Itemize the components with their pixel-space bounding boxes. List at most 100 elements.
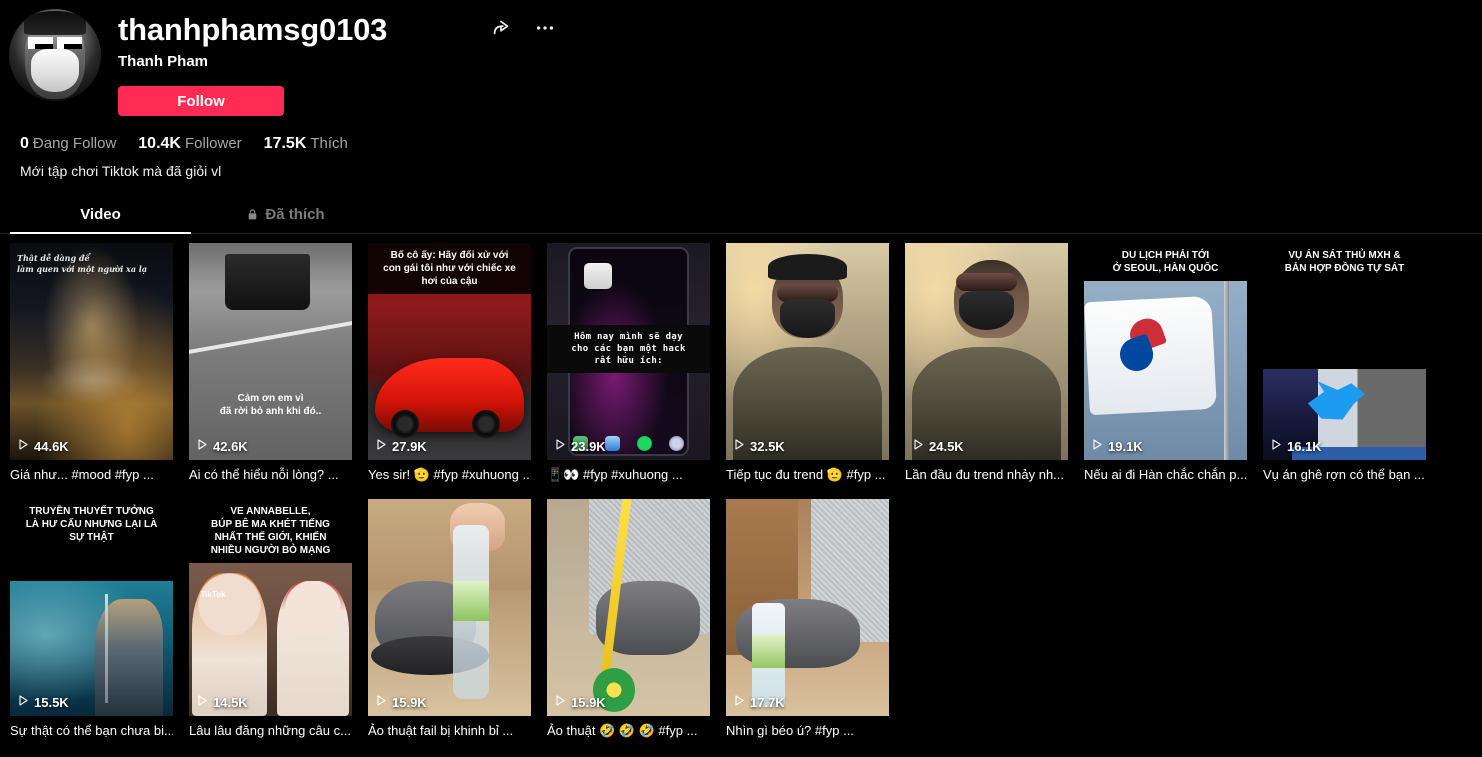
- video-thumbnail[interactable]: 17.7K: [726, 499, 889, 716]
- tab-liked-label: Đã thích: [265, 206, 324, 223]
- view-count-value: 17.7K: [750, 695, 785, 710]
- view-count-value: 15.9K: [392, 695, 427, 710]
- tab-liked[interactable]: Đã thích: [193, 197, 378, 233]
- stat-likes: 17.5KThích: [264, 135, 348, 153]
- stat-likes-value: 17.5K: [264, 135, 307, 152]
- view-count: 15.9K: [375, 694, 427, 710]
- video-thumbnail[interactable]: Cảm ơn em vì đã rời bỏ anh khi đó.. 42.6K: [189, 243, 352, 460]
- view-count-value: 23.9K: [571, 439, 606, 454]
- video-caption: Ai có thể hiểu nỗi lòng? ...: [189, 466, 352, 483]
- video-caption: Ảo thuật fail bị khinh bỉ ...: [368, 722, 531, 739]
- avatar-image: [9, 9, 101, 101]
- view-count: 24.5K: [912, 438, 964, 454]
- video-thumbnail[interactable]: 15.9K: [547, 499, 710, 716]
- view-count: 44.6K: [17, 438, 69, 454]
- video-thumbnail[interactable]: 32.5K: [726, 243, 889, 460]
- thumbnail-overlay-text: Cảm ơn em vì đã rời bỏ anh khi đó..: [189, 386, 352, 424]
- video-thumbnail[interactable]: VỤ ÁN SÁT THỦ MXH & BẢN HỢP ĐỒNG TỰ SÁT 1…: [1263, 243, 1426, 460]
- play-icon: [733, 438, 745, 454]
- play-icon: [1270, 438, 1282, 454]
- video-card[interactable]: TRUYỀN THUYẾT TƯỞNG LÀ HƯ CẤU NHƯNG LẠI …: [10, 499, 173, 739]
- stat-followers-label: Follower: [185, 135, 242, 152]
- video-card[interactable]: TikTokVE ANNABELLE, BÚP BÊ MA KHÉT TIẾNG…: [189, 499, 352, 739]
- play-icon: [554, 694, 566, 710]
- thumbnail-overlay-text: VỤ ÁN SÁT THỦ MXH & BẢN HỢP ĐỒNG TỰ SÁT: [1263, 243, 1426, 281]
- video-caption: Lâu lâu đăng những câu c...: [189, 722, 352, 739]
- profile-bio: Mới tập chơi Tiktok mà đã giỏi vl: [8, 163, 1482, 179]
- play-icon: [17, 438, 29, 454]
- follow-button[interactable]: Follow: [118, 86, 284, 116]
- play-icon: [1091, 438, 1103, 454]
- tab-videos-label: Video: [80, 206, 121, 223]
- view-count: 14.5K: [196, 694, 248, 710]
- video-thumbnail[interactable]: Bố cô ấy: Hãy đối xử với con gái tôi như…: [368, 243, 531, 460]
- view-count: 15.9K: [554, 694, 606, 710]
- video-thumbnail[interactable]: TRUYỀN THUYẾT TƯỞNG LÀ HƯ CẤU NHƯNG LẠI …: [10, 499, 173, 716]
- stat-following: 0Đang Follow: [20, 135, 116, 153]
- video-card[interactable]: 17.7K Nhìn gì béo ú? #fyp ...: [726, 499, 889, 739]
- video-thumbnail[interactable]: Hôm nay mình sẽ dạy cho các bạn một hack…: [547, 243, 710, 460]
- video-card[interactable]: 15.9K Ảo thuật 🤣 🤣 🤣 #fyp ...: [547, 499, 710, 739]
- view-count: 27.9K: [375, 438, 427, 454]
- video-caption: 📱👀 #fyp #xuhuong ...: [547, 466, 710, 483]
- stat-followers: 10.4KFollower: [138, 135, 241, 153]
- video-caption: Vụ án ghê rợn có thể bạn ...: [1263, 466, 1426, 483]
- thumbnail-overlay-text: Thật dễ dàng để làm quen với một người x…: [10, 247, 173, 281]
- video-thumbnail[interactable]: 24.5K: [905, 243, 1068, 460]
- view-count-value: 15.9K: [571, 695, 606, 710]
- video-card[interactable]: 32.5K Tiếp tục đu trend 🫡 #fyp ...: [726, 243, 889, 483]
- video-caption: Lần đầu đu trend nhảy nh...: [905, 466, 1068, 483]
- profile-header: thanhphamsg0103 Thanh Pham: [0, 0, 1482, 179]
- play-icon: [375, 438, 387, 454]
- play-icon: [17, 694, 29, 710]
- view-count-value: 16.1K: [1287, 439, 1322, 454]
- thumbnail-overlay-text: Hôm nay mình sẽ dạy cho các bạn một hack…: [547, 325, 710, 373]
- avatar[interactable]: [9, 9, 101, 101]
- view-count-value: 15.5K: [34, 695, 69, 710]
- video-card[interactable]: 15.9K Ảo thuật fail bị khinh bỉ ...: [368, 499, 531, 739]
- view-count-value: 14.5K: [213, 695, 248, 710]
- video-card[interactable]: Thật dễ dàng để làm quen với một người x…: [10, 243, 173, 483]
- view-count: 32.5K: [733, 438, 785, 454]
- video-card[interactable]: Hôm nay mình sẽ dạy cho các bạn một hack…: [547, 243, 710, 483]
- video-card[interactable]: Cảm ơn em vì đã rời bỏ anh khi đó.. 42.6K…: [189, 243, 352, 483]
- page-title: thanhphamsg0103: [118, 12, 387, 48]
- view-count-value: 27.9K: [392, 439, 427, 454]
- video-thumbnail[interactable]: 15.9K: [368, 499, 531, 716]
- share-arrow-icon[interactable]: [490, 17, 512, 39]
- profile-stats: 0Đang Follow 10.4KFollower 17.5KThích: [8, 135, 1482, 153]
- profile-tabs: Video Đã thích: [0, 197, 1482, 234]
- video-caption: Yes sir! 🫡 #fyp #xuhuong ...: [368, 466, 531, 483]
- view-count: 15.5K: [17, 694, 69, 710]
- stat-likes-label: Thích: [310, 135, 348, 152]
- video-caption: Ảo thuật 🤣 🤣 🤣 #fyp ...: [547, 722, 710, 739]
- more-options-icon[interactable]: [534, 17, 556, 39]
- video-caption: Nhìn gì béo ú? #fyp ...: [726, 722, 889, 739]
- video-card[interactable]: 24.5K Lần đầu đu trend nhảy nh...: [905, 243, 1068, 483]
- video-caption: Nếu ai đi Hàn chắc chắn p...: [1084, 466, 1247, 483]
- video-thumbnail[interactable]: TikTokVE ANNABELLE, BÚP BÊ MA KHÉT TIẾNG…: [189, 499, 352, 716]
- view-count: 19.1K: [1091, 438, 1143, 454]
- play-icon: [554, 438, 566, 454]
- video-thumbnail[interactable]: Thật dễ dàng để làm quen với một người x…: [10, 243, 173, 460]
- view-count-value: 24.5K: [929, 439, 964, 454]
- video-caption: Sự thật có thể bạn chưa bi...: [10, 722, 173, 739]
- play-icon: [196, 438, 208, 454]
- video-thumbnail[interactable]: DU LỊCH PHẢI TỚI Ở SEOUL, HÀN QUỐC19.1K: [1084, 243, 1247, 460]
- view-count: 23.9K: [554, 438, 606, 454]
- video-card[interactable]: VỤ ÁN SÁT THỦ MXH & BẢN HỢP ĐỒNG TỰ SÁT 1…: [1263, 243, 1426, 483]
- tab-videos[interactable]: Video: [8, 197, 193, 233]
- play-icon: [912, 438, 924, 454]
- pixel-sunglasses-icon: [28, 37, 81, 49]
- video-card[interactable]: Bố cô ấy: Hãy đối xử với con gái tôi như…: [368, 243, 531, 483]
- stat-following-value: 0: [20, 135, 29, 152]
- view-count-value: 19.1K: [1108, 439, 1143, 454]
- video-card[interactable]: DU LỊCH PHẢI TỚI Ở SEOUL, HÀN QUỐC19.1K N…: [1084, 243, 1247, 483]
- video-grid: Thật dễ dàng để làm quen với một người x…: [0, 234, 1482, 739]
- video-caption: Tiếp tục đu trend 🫡 #fyp ...: [726, 466, 889, 483]
- view-count: 16.1K: [1270, 438, 1322, 454]
- play-icon: [196, 694, 208, 710]
- view-count-value: 44.6K: [34, 439, 69, 454]
- stat-followers-value: 10.4K: [138, 135, 181, 152]
- view-count-value: 42.6K: [213, 439, 248, 454]
